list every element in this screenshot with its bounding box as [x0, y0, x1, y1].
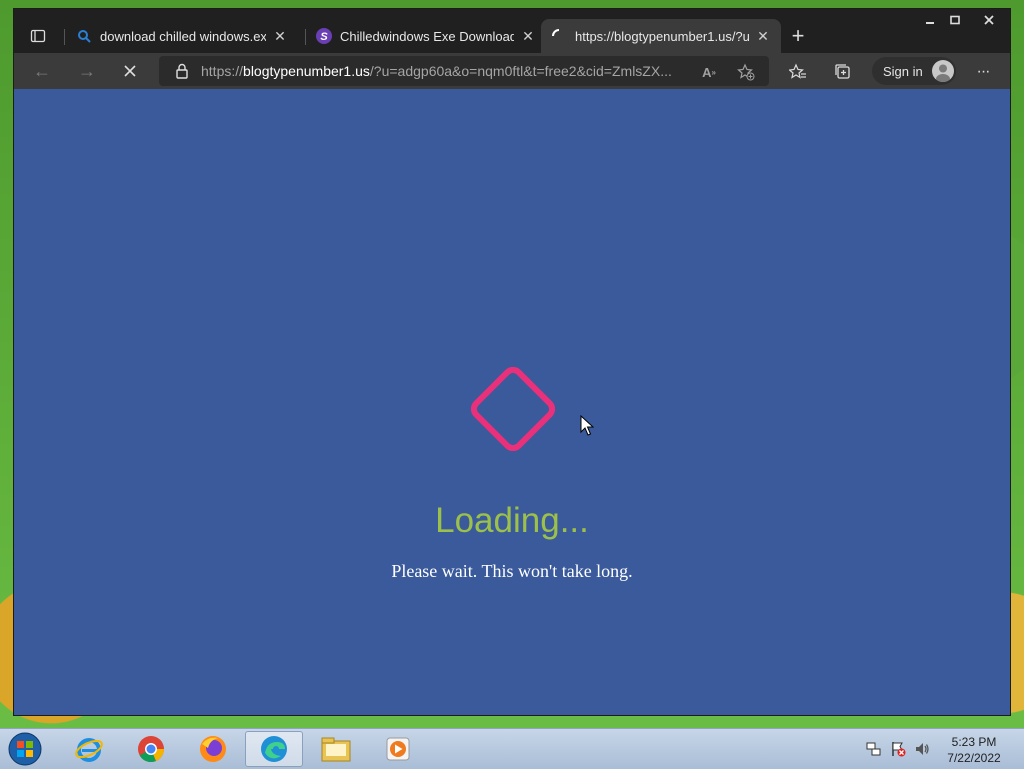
tab-chilledwindows[interactable]: S Chilledwindows Exe Download Fr ✕: [306, 19, 546, 53]
url-path: /?u=adgp60a&o=nqm0ftl&t=free2&cid=ZmlsZX…: [369, 63, 672, 79]
windows-logo-icon: [8, 732, 42, 766]
read-aloud-icon[interactable]: A»: [699, 62, 719, 82]
firefox-icon: [200, 736, 226, 762]
volume-icon[interactable]: [914, 741, 930, 757]
minimize-icon[interactable]: [917, 9, 943, 31]
maximize-icon[interactable]: [942, 9, 968, 31]
network-icon[interactable]: [866, 741, 882, 757]
chrome-icon: [138, 736, 164, 763]
loading-icon: [551, 28, 567, 44]
loading-spinner-icon: [470, 366, 556, 452]
tab-bar: download chilled windows.exe - ✕ S Chill…: [14, 9, 1010, 53]
browser-window: download chilled windows.exe - ✕ S Chill…: [13, 8, 1011, 716]
s-logo-icon: S: [316, 28, 332, 44]
more-options-label: ···: [976, 63, 991, 80]
svg-text:S: S: [320, 31, 328, 43]
tab-title: https://blogtypenumber1.us/?u=: [575, 28, 749, 44]
stop-loading-icon[interactable]: [116, 59, 144, 83]
tab-close-icon[interactable]: ✕: [520, 28, 536, 45]
sign-in-label: Sign in: [883, 63, 923, 79]
forward-arrow-icon[interactable]: →: [73, 59, 101, 83]
clock-date: 7/22/2022: [947, 751, 1001, 765]
collections-icon[interactable]: [832, 61, 854, 83]
taskbar-file-explorer[interactable]: [307, 731, 365, 767]
lock-icon[interactable]: [175, 63, 189, 79]
edge-icon: [261, 736, 287, 762]
file-explorer-icon: [321, 737, 351, 762]
taskbar-internet-explorer[interactable]: [60, 731, 118, 767]
page-content: Loading... Please wait. This won't take …: [14, 89, 1010, 715]
clock-time: 5:23 PM: [951, 735, 997, 749]
url-host: blogtypenumber1.us: [243, 63, 370, 79]
taskbar-firefox[interactable]: [184, 731, 242, 767]
tab-actions-icon[interactable]: [24, 24, 52, 48]
tab-title: Chilledwindows Exe Download Fr: [340, 28, 514, 44]
tab-separator: [64, 29, 65, 45]
close-window-icon[interactable]: [974, 9, 1004, 31]
search-icon: [76, 28, 92, 44]
internet-explorer-icon: [75, 738, 103, 762]
taskbar-chrome[interactable]: [122, 731, 180, 767]
start-button[interactable]: [5, 731, 45, 767]
address-bar[interactable]: https://blogtypenumber1.us/?u=adgp60a&o=…: [159, 56, 769, 86]
navigation-toolbar: ← → https://blogtypenumber1.us/?u=adgp60…: [14, 53, 1010, 89]
avatar: [932, 60, 954, 82]
tab-title: download chilled windows.exe -: [100, 28, 266, 44]
loading-heading: Loading...: [435, 501, 589, 540]
read-aloud-label: A: [702, 64, 712, 80]
back-arrow-icon[interactable]: ←: [28, 59, 56, 83]
action-center-flag-icon[interactable]: [890, 741, 906, 757]
mouse-cursor-icon: [580, 415, 594, 436]
add-favorite-icon[interactable]: [736, 62, 756, 82]
favorites-icon[interactable]: [787, 61, 809, 83]
taskbar: 5:23 PM 7/22/2022: [0, 728, 1024, 769]
loading-subtext: Please wait. This won't take long.: [391, 561, 633, 581]
url-text[interactable]: https://blogtypenumber1.us/?u=adgp60a&o=…: [201, 63, 691, 79]
tab-search[interactable]: download chilled windows.exe - ✕: [66, 19, 298, 53]
taskbar-edge[interactable]: [245, 731, 303, 767]
url-prefix: https://: [201, 63, 244, 79]
tab-blogtypenumber1[interactable]: https://blogtypenumber1.us/?u= ✕: [541, 19, 781, 53]
taskbar-media-player[interactable]: [369, 731, 427, 767]
system-clock[interactable]: 5:23 PM 7/22/2022: [938, 734, 1010, 766]
media-player-icon: [386, 737, 410, 761]
sign-in-button[interactable]: Sign in: [872, 57, 956, 85]
more-options-icon[interactable]: ···: [972, 61, 994, 83]
new-tab-icon[interactable]: +: [786, 25, 810, 49]
tab-close-icon[interactable]: ✕: [755, 28, 771, 45]
tab-close-icon[interactable]: ✕: [272, 28, 288, 45]
